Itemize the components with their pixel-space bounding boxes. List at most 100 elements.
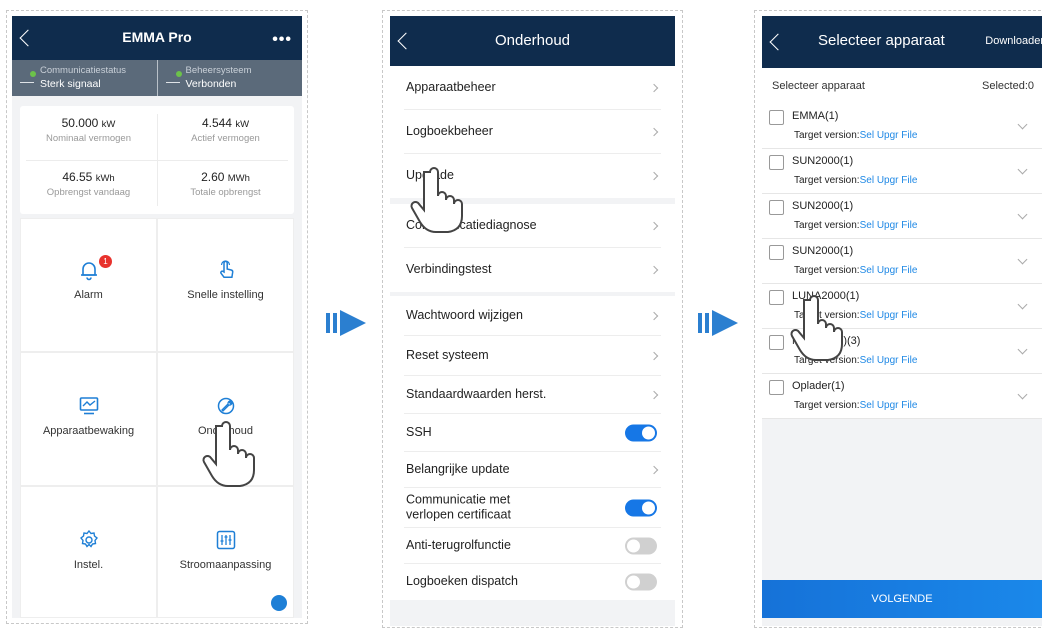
menu-label: Belangrijke update	[406, 461, 510, 476]
menu-item-log-management[interactable]: Logboekbeheer	[404, 110, 661, 154]
chevron-down-icon[interactable]	[1017, 389, 1028, 400]
device-checkbox[interactable]	[769, 335, 784, 350]
menu-item-restore-defaults[interactable]: Standaardwaarden herst.	[404, 376, 661, 414]
device-row[interactable]: SUN2000(1) Target version:Sel Upgr File	[762, 149, 1042, 194]
menu-label: Verbindingstest	[406, 262, 492, 277]
device-row[interactable]: SUN2000(1) Target version:Sel Upgr File	[762, 239, 1042, 284]
chevron-right-icon	[649, 465, 659, 474]
select-upgrade-file-link[interactable]: Sel Upgr File	[860, 355, 918, 366]
target-version: Target version:Sel Upgr File	[794, 220, 917, 231]
device-row[interactable]: Oplader(1) Target version:Sel Upgr File	[762, 374, 1042, 419]
chevron-down-icon[interactable]	[1017, 209, 1028, 220]
stat-unit: kWh	[95, 173, 115, 184]
menu-item-dispatch-logs: Logboeken dispatch	[404, 564, 661, 600]
select-upgrade-file-link[interactable]: Sel Upgr File	[860, 265, 918, 276]
selection-title: Selecteer apparaat	[772, 80, 865, 92]
pointing-hand-icon	[202, 421, 255, 487]
connection-icon	[165, 71, 182, 83]
pointing-hand-icon	[410, 167, 463, 233]
menu-item-connection-test[interactable]: Verbindingstest	[404, 248, 661, 292]
pointing-hand-icon	[790, 295, 843, 361]
stat-label: Actief vermogen	[191, 133, 260, 144]
chevron-down-icon[interactable]	[1017, 254, 1028, 265]
tile-alarm[interactable]: 1 Alarm	[20, 218, 157, 352]
device-checkbox[interactable]	[769, 155, 784, 170]
device-checkbox[interactable]	[769, 110, 784, 125]
device-row[interactable]: EMMA(1) Target version:Sel Upgr File	[762, 104, 1042, 149]
screen2-maintenance: Onderhoud Apparaatbeheer Logboekbeheer U…	[390, 16, 675, 626]
sliders-icon	[216, 530, 235, 550]
bell-icon	[80, 262, 97, 281]
device-checkbox[interactable]	[769, 290, 784, 305]
select-upgrade-file-link[interactable]: Sel Upgr File	[860, 130, 918, 141]
menu-item-important-update[interactable]: Belangrijke update	[404, 452, 661, 488]
menu-label: Logboekbeheer	[406, 123, 493, 138]
stat-label: Totale opbrengst	[190, 187, 261, 198]
downloader-button[interactable]: Downloader	[985, 35, 1042, 47]
stats-card: 50.000 kW Nominaal vermogen 4.544 kW Act…	[20, 106, 294, 214]
status-label: Communicatiestatus	[40, 65, 127, 76]
target-version-label: Target version:	[794, 400, 860, 411]
device-checkbox[interactable]	[769, 380, 784, 395]
expired-certificate-toggle[interactable]	[625, 499, 657, 516]
device-name: SUN2000(1)	[792, 245, 854, 257]
page-title: Onderhoud	[494, 32, 571, 49]
menu-group: Wachtwoord wijzigen Reset systeem Standa…	[390, 296, 675, 600]
monitor-icon	[79, 397, 98, 415]
anti-backfeed-toggle[interactable]	[625, 537, 657, 554]
chevron-right-icon	[649, 351, 659, 360]
target-version-label: Target version:	[794, 130, 860, 141]
menu-label: Anti-terugrolfunctie	[406, 537, 511, 552]
target-version: Target version:Sel Upgr File	[794, 130, 917, 141]
tile-quick-setup[interactable]: Snelle instelling	[157, 218, 294, 352]
tile-label: Apparaatbewaking	[42, 425, 135, 437]
menu-label: Logboeken dispatch	[406, 574, 518, 589]
chevron-down-icon[interactable]	[1017, 164, 1028, 175]
target-version-label: Target version:	[794, 220, 860, 231]
device-name: SUN2000(1)	[792, 200, 854, 212]
chart-fab-icon[interactable]	[271, 595, 287, 611]
device-row[interactable]: SUN2000(1) Target version:Sel Upgr File	[762, 194, 1042, 239]
chevron-down-icon[interactable]	[1017, 119, 1028, 130]
target-version-label: Target version:	[794, 265, 860, 276]
menu-item-device-management[interactable]: Apparaatbeheer	[404, 66, 661, 110]
chevron-right-icon	[649, 265, 659, 275]
back-icon[interactable]	[769, 33, 787, 51]
chevron-right-icon	[649, 171, 659, 181]
select-upgrade-file-link[interactable]: Sel Upgr File	[860, 175, 918, 186]
tile-device-monitoring[interactable]: Apparaatbewaking	[20, 352, 157, 486]
stat-value: 4.544	[201, 116, 232, 130]
select-upgrade-file-link[interactable]: Sel Upgr File	[860, 310, 918, 321]
wrench-icon	[217, 397, 234, 415]
device-name: SUN2000(1)	[792, 155, 854, 167]
next-button[interactable]: VOLGENDE	[762, 580, 1042, 618]
ssh-toggle[interactable]	[625, 424, 657, 441]
navbar: EMMA Pro •••	[12, 16, 302, 60]
device-checkbox[interactable]	[769, 200, 784, 215]
tap-icon	[219, 260, 233, 278]
menu-item-reset-system[interactable]: Reset systeem	[404, 336, 661, 376]
device-checkbox[interactable]	[769, 245, 784, 260]
alarm-count-badge: 1	[99, 255, 112, 268]
tile-power-adjustment[interactable]: Stroomaanpassing	[157, 486, 294, 618]
status-value: Verbonden	[185, 78, 237, 90]
menu-label: Standaardwaarden herst.	[406, 386, 547, 401]
chevron-down-icon[interactable]	[1017, 344, 1028, 355]
status-value: Sterk signaal	[40, 78, 101, 90]
status-label: Beheersysteem	[185, 65, 252, 76]
target-version-label: Target version:	[794, 175, 860, 186]
target-version: Target version:Sel Upgr File	[794, 265, 917, 276]
tile-label: Stroomaanpassing	[179, 559, 272, 571]
stat-value: 2.60	[201, 170, 225, 184]
more-dots-icon[interactable]: •••	[272, 31, 292, 49]
chevron-down-icon[interactable]	[1017, 299, 1028, 310]
flow-arrow-icon	[698, 310, 738, 336]
tile-settings[interactable]: Instel.	[20, 486, 157, 618]
selected-count: Selected:0	[982, 80, 1034, 92]
status-communication: Communicatiestatus Sterk signaal	[12, 60, 157, 96]
menu-item-change-password[interactable]: Wachtwoord wijzigen	[404, 296, 661, 336]
select-upgrade-file-link[interactable]: Sel Upgr File	[860, 400, 918, 411]
menu-item-ssh: SSH	[404, 414, 661, 452]
select-upgrade-file-link[interactable]: Sel Upgr File	[860, 220, 918, 231]
dispatch-logs-toggle[interactable]	[625, 573, 657, 591]
